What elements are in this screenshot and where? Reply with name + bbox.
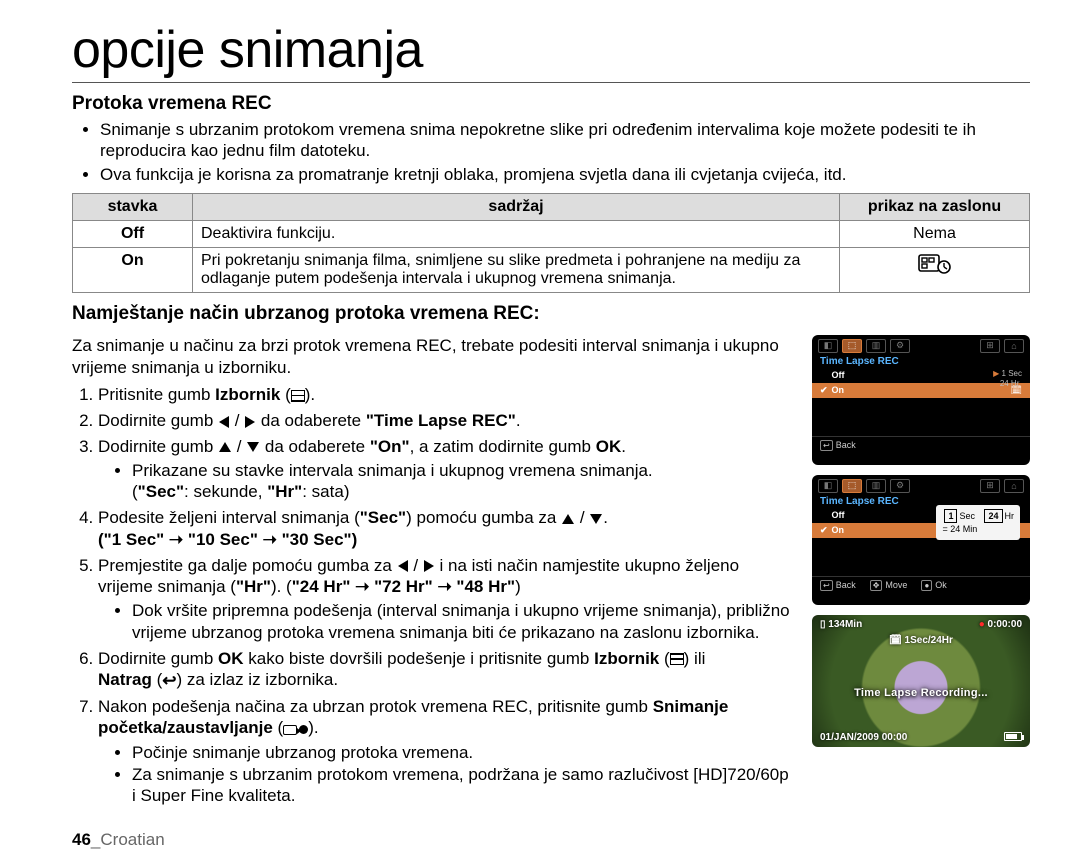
osd-screen-1: ◧ ⬚ ▥ ⚙ ⊞ ⌂ Time Lapse REC ✔Off ✔On🗓︎ ▶ … (812, 335, 1030, 465)
recording-status: Time Lapse Recording... (812, 687, 1030, 699)
tab-icon: ⚙ (890, 339, 910, 353)
step-1: Pritisnite gumb Izbornik (). (98, 384, 796, 406)
osd-title: Time Lapse REC (812, 355, 1030, 368)
manual-page: opcije snimanja Protoka vremena REC Snim… (0, 0, 1080, 868)
step-2: Dodirnite gumb / da odaberete "Time Laps… (98, 410, 796, 432)
down-arrow-icon (590, 514, 602, 524)
td-display-icon (840, 247, 1030, 292)
menu-icon (291, 390, 305, 402)
left-arrow-icon (398, 560, 408, 572)
steps-list: Pritisnite gumb Izbornik (). Dodirnite g… (72, 384, 796, 807)
time-lapse-icon (918, 252, 952, 274)
right-arrow-icon (245, 416, 255, 428)
up-arrow-icon (219, 442, 231, 452)
step-5: Premjestite ga dalje pomoću gumba za / i… (98, 555, 796, 644)
osd-screen-3: ▯ 134Min ● 0:00:00 🗓︎ 1Sec/24Hr Time Lap… (812, 615, 1030, 747)
tab-icon: ⚙ (890, 479, 910, 493)
tab-icon: ⊞ (980, 339, 1000, 353)
battery-icon (1004, 732, 1022, 741)
interval-popup: 1Sec 24Hr = 24 Min (936, 505, 1020, 540)
tab-icon: ▥ (866, 339, 886, 353)
th-display: prikaz na zaslonu (840, 193, 1030, 220)
step-4: Podesite željeni interval snimanja ("Sec… (98, 507, 796, 551)
step-7: Nakon podešenja načina za ubrzan protok … (98, 696, 796, 807)
tab-icon-active: ⬚ (842, 339, 862, 353)
card-icon: ▯ (820, 619, 826, 630)
right-arrow-icon (424, 560, 434, 572)
section-heading-1: Protoka vremena REC (72, 93, 1030, 115)
rec-dot-icon: ● (979, 619, 985, 630)
tab-icon: ⌂ (1004, 339, 1024, 353)
th-contents: sadržaj (193, 193, 840, 220)
td-display: Nema (840, 220, 1030, 247)
osd-previews: ◧ ⬚ ▥ ⚙ ⊞ ⌂ Time Lapse REC ✔Off ✔On🗓︎ ▶ … (812, 335, 1030, 811)
time-lapse-mini-icon: 🗓︎ (889, 635, 902, 646)
osd-screen-2: ◧ ⬚ ▥ ⚙ ⊞ ⌂ Time Lapse REC ✔Off ✔On 1Sec… (812, 475, 1030, 605)
back-icon: ↩ (162, 670, 176, 692)
bullet: Snimanje s ubrzanim protokom vremena sni… (100, 119, 1030, 162)
tab-icon-active: ⬚ (842, 479, 862, 493)
th-item: stavka (73, 193, 193, 220)
section2-intro: Za snimanje u načinu za brzi protok vrem… (72, 335, 796, 379)
down-arrow-icon (247, 442, 259, 452)
page-footer: 46_Croatian (72, 830, 165, 850)
step-6: Dodirnite gumb OK kako biste dovršili po… (98, 648, 796, 692)
tab-icon: ▥ (866, 479, 886, 493)
options-table: stavka sadržaj prikaz na zaslonu Off Dea… (72, 193, 1030, 293)
tab-icon: ◧ (818, 479, 838, 493)
td-contents: Deaktivira funkciju. (193, 220, 840, 247)
step-3: Dodirnite gumb / da odaberete "On", a za… (98, 436, 796, 503)
left-arrow-icon (219, 416, 229, 428)
section1-bullets: Snimanje s ubrzanim protokom vremena sni… (72, 119, 1030, 185)
td-item: On (73, 247, 193, 292)
tab-icon: ⊞ (980, 479, 1000, 493)
td-contents: Pri pokretanju snimanja filma, snimljene… (193, 247, 840, 292)
menu-icon (670, 653, 684, 665)
bullet: Ova funkcija je korisna za promatranje k… (100, 164, 1030, 185)
page-title: opcije snimanja (72, 20, 1030, 83)
tab-icon: ⌂ (1004, 479, 1024, 493)
section-heading-2: Namještanje način ubrzanog protoka vreme… (72, 303, 1030, 325)
td-item: Off (73, 220, 193, 247)
instructions-column: Za snimanje u načinu za brzi protok vrem… (72, 335, 796, 811)
record-icon (283, 718, 308, 740)
up-arrow-icon (562, 514, 574, 524)
tab-icon: ◧ (818, 339, 838, 353)
